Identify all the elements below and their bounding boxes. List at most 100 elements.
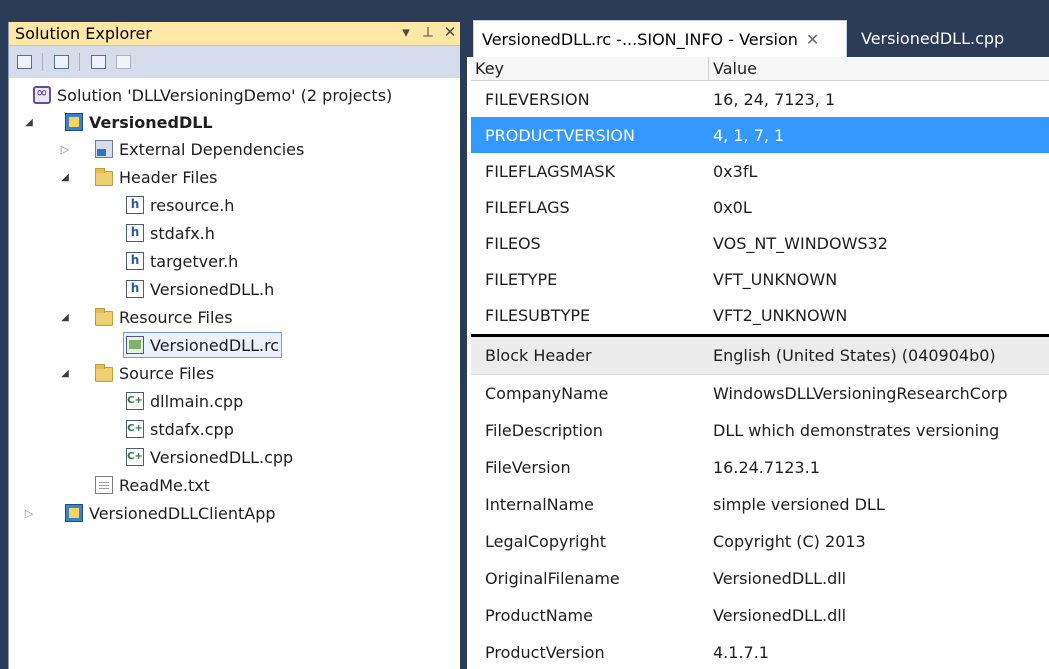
grid-row-productname[interactable]: ProductName VersionedDLL.dll [471, 597, 1049, 634]
pin-icon[interactable]: ⟂ [420, 23, 436, 41]
grid-row-filesubtype[interactable]: FILESUBTYPE VFT2_UNKNOWN [471, 297, 1049, 333]
row-value[interactable]: 16, 24, 7123, 1 [709, 90, 835, 109]
grid-row-fileversion[interactable]: FILEVERSION 16, 24, 7123, 1 [471, 81, 1049, 117]
tree-item-targetver-h[interactable]: h targetver.h [126, 248, 238, 274]
expanded-triangle-icon[interactable]: ◢ [23, 117, 35, 128]
cpp-file-icon: C+ [126, 420, 144, 438]
row-value[interactable]: 0x0L [709, 198, 752, 217]
row-value[interactable]: VFT_UNKNOWN [709, 270, 837, 289]
tree-item-label: stdafx.cpp [150, 419, 234, 439]
row-value[interactable]: VFT2_UNKNOWN [709, 306, 847, 325]
close-icon[interactable]: ✕ [442, 23, 458, 41]
tree-item-versioneddll-project[interactable]: ◢ VersionedDLL [25, 109, 213, 135]
collapsed-triangle-icon[interactable]: ▷ [23, 507, 35, 520]
project-icon [65, 504, 83, 522]
grid-header: Key Value [471, 57, 1049, 81]
tree-item-versioneddll-h[interactable]: h VersionedDLL.h [126, 276, 274, 302]
tree-item-solution[interactable]: Solution 'DLLVersioningDemo' (2 projects… [33, 82, 392, 108]
grid-row-fileflagsmask[interactable]: FILEFLAGSMASK 0x3fL [471, 153, 1049, 189]
row-value[interactable]: English (United States) (040904b0) [709, 346, 996, 365]
tree-item-label: stdafx.h [150, 223, 215, 243]
expanded-triangle-icon[interactable]: ◢ [59, 368, 71, 379]
column-header-key[interactable]: Key [471, 57, 709, 80]
close-icon[interactable]: ✕ [806, 30, 819, 49]
folder-icon [95, 307, 113, 326]
solution-explorer-title-bar: Solution Explorer ▾ ⟂ ✕ [9, 22, 460, 46]
tree-item-source-files[interactable]: ◢ Source Files [61, 360, 214, 386]
tree-item-label: ReadMe.txt [119, 475, 210, 495]
solution-explorer-panel: Solution Explorer ▾ ⟂ ✕ Solution 'DLLVer… [8, 22, 460, 669]
toolbar-divider [79, 53, 80, 71]
grid-row-fileos[interactable]: FILEOS VOS_NT_WINDOWS32 [471, 225, 1049, 261]
grid-row-filetype[interactable]: FILETYPE VFT_UNKNOWN [471, 261, 1049, 297]
expanded-triangle-icon[interactable]: ◢ [59, 172, 71, 183]
grid-row-block-header[interactable]: Block Header English (United States) (04… [471, 337, 1049, 375]
row-value[interactable]: DLL which demonstrates versioning [709, 421, 999, 440]
tree-item-versioneddll-cpp[interactable]: C+ VersionedDLL.cpp [126, 444, 293, 470]
tree-item-label: resource.h [150, 195, 235, 215]
project-icon [65, 113, 83, 131]
text-file-icon [95, 476, 113, 494]
solution-tree: Solution 'DLLVersioningDemo' (2 projects… [9, 78, 460, 658]
cpp-file-icon: C+ [126, 392, 144, 410]
row-value[interactable]: 0x3fL [709, 162, 757, 181]
grid-row-fileflags[interactable]: FILEFLAGS 0x0L [471, 189, 1049, 225]
grid-row-internalname[interactable]: InternalName simple versioned DLL [471, 486, 1049, 523]
grid-row-legalcopyright[interactable]: LegalCopyright Copyright (C) 2013 [471, 523, 1049, 560]
tab-versioneddll-rc-version[interactable]: VersionedDLL.rc -...SION_INFO - Version … [473, 20, 847, 57]
row-key: FileDescription [485, 421, 603, 440]
solution-icon [33, 85, 51, 104]
row-key: CompanyName [485, 384, 609, 403]
expanded-triangle-icon[interactable]: ◢ [59, 312, 71, 323]
row-value[interactable]: 16.24.7123.1 [709, 458, 820, 477]
toolbar-divider [42, 53, 43, 71]
row-key: FILESUBTYPE [485, 305, 591, 325]
refresh-icon[interactable] [112, 52, 134, 72]
version-resource-editor: VersionedDLL.rc -...SION_INFO - Version … [467, 0, 1049, 669]
cpp-file-icon: C+ [126, 448, 144, 466]
row-key: OriginalFilename [485, 569, 620, 588]
row-value[interactable]: 4.1.7.1 [709, 643, 769, 662]
row-value[interactable]: VersionedDLL.dll [709, 569, 846, 588]
row-value[interactable]: VOS_NT_WINDOWS32 [709, 234, 888, 253]
tree-item-label: VersionedDLL [89, 112, 213, 132]
column-header-value[interactable]: Value [709, 57, 757, 80]
show-all-files-icon[interactable] [50, 52, 72, 72]
tree-item-versioneddllclientapp-project[interactable]: ▷ VersionedDLLClientApp [25, 500, 276, 526]
tree-item-resource-files[interactable]: ◢ Resource Files [61, 304, 233, 330]
grid-row-productversion-string[interactable]: ProductVersion 4.1.7.1 [471, 634, 1049, 669]
tree-item-external-dependencies[interactable]: ▷ External Dependencies [61, 136, 305, 162]
tree-item-versioneddll-rc[interactable]: VersionedDLL.rc [123, 332, 283, 358]
collapsed-triangle-icon[interactable]: ▷ [59, 143, 71, 156]
tree-item-header-files[interactable]: ◢ Header Files [61, 164, 217, 190]
row-key: FILETYPE [485, 269, 558, 289]
view-class-diagram-icon[interactable] [87, 52, 109, 72]
grid-row-originalfilename[interactable]: OriginalFilename VersionedDLL.dll [471, 560, 1049, 597]
tree-item-label: dllmain.cpp [150, 391, 244, 411]
header-file-icon: h [126, 224, 144, 242]
tree-item-dllmain-cpp[interactable]: C+ dllmain.cpp [126, 388, 243, 414]
row-key: FILEVERSION [485, 89, 590, 109]
header-file-icon: h [126, 196, 144, 214]
row-value[interactable]: WindowsDLLVersioningResearchCorp [709, 384, 1007, 403]
tree-item-label: VersionedDLL.cpp [150, 447, 294, 467]
tree-item-label: targetver.h [150, 251, 239, 271]
tab-versioneddll-cpp[interactable]: VersionedDLL.cpp [853, 20, 1049, 57]
grid-row-filedescription[interactable]: FileDescription DLL which demonstrates v… [471, 412, 1049, 449]
tree-item-readme-txt[interactable]: ReadMe.txt [95, 472, 210, 498]
tree-item-stdafx-cpp[interactable]: C+ stdafx.cpp [126, 416, 234, 442]
row-value[interactable]: VersionedDLL.dll [709, 606, 846, 625]
grid-row-productversion[interactable]: PRODUCTVERSION 4, 1, 7, 1 [471, 117, 1049, 153]
panel-title: Solution Explorer [15, 24, 152, 43]
row-value[interactable]: simple versioned DLL [709, 495, 885, 514]
tree-item-resource-h[interactable]: h resource.h [126, 192, 234, 218]
grid-row-fileversion-string[interactable]: FileVersion 16.24.7123.1 [471, 449, 1049, 486]
tab-label: VersionedDLL.cpp [861, 29, 1005, 48]
row-value[interactable]: 4, 1, 7, 1 [709, 126, 784, 145]
dropdown-arrow-icon[interactable]: ▾ [398, 23, 414, 41]
properties-icon[interactable] [13, 52, 35, 72]
grid-row-companyname[interactable]: CompanyName WindowsDLLVersioningResearch… [471, 375, 1049, 412]
row-value[interactable]: Copyright (C) 2013 [709, 532, 866, 551]
tree-item-stdafx-h[interactable]: h stdafx.h [126, 220, 215, 246]
tree-item-label: External Dependencies [119, 139, 305, 159]
